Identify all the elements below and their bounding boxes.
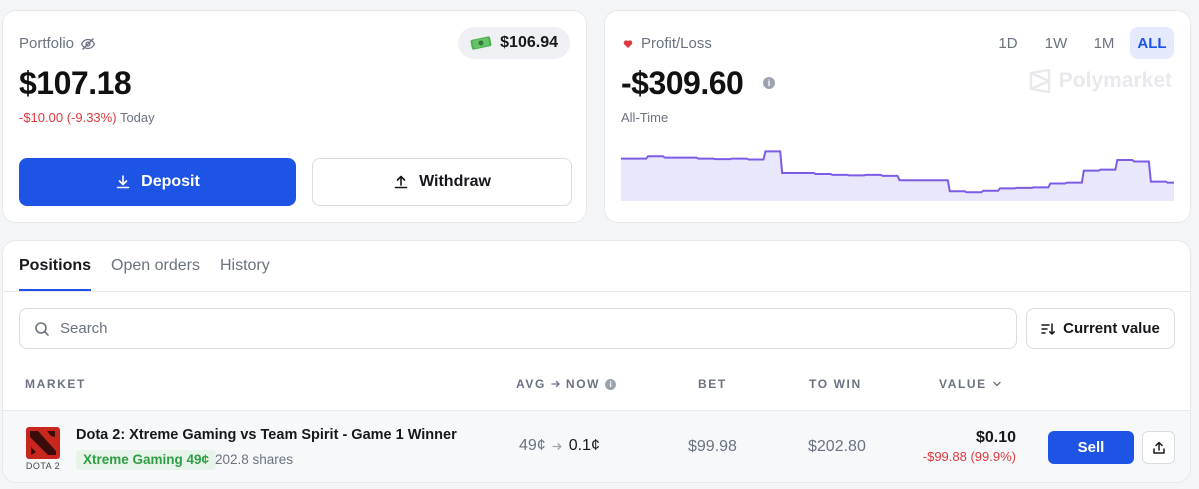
portfolio-label-row: Portfolio	[19, 35, 96, 52]
info-icon[interactable]: i	[763, 77, 775, 89]
share-icon	[1152, 441, 1166, 455]
info-icon[interactable]: i	[605, 378, 617, 390]
avg-now-cell: 49¢ 0.1¢	[519, 437, 600, 455]
column-now-label: NOW	[565, 377, 601, 391]
tab-positions[interactable]: Positions	[19, 241, 92, 291]
download-icon	[115, 174, 131, 190]
now-price: 0.1¢	[568, 437, 600, 454]
bet-cell: $99.98	[688, 438, 737, 455]
arrow-right-icon	[551, 379, 561, 389]
tab-history[interactable]: History	[220, 241, 270, 291]
column-value-label: VALUE	[939, 377, 987, 391]
sort-icon	[1041, 322, 1056, 336]
cash-icon	[470, 35, 492, 51]
value-change: -$99.88 (99.9%)	[922, 449, 1016, 464]
shares-count: 202.8 shares	[215, 452, 294, 467]
pnl-label-row: Profit/Loss	[623, 35, 712, 52]
pnl-value: -$309.60	[621, 65, 744, 101]
cash-balance-pill[interactable]: $106.94	[458, 27, 570, 59]
profit-loss-card: Profit/Loss 1D 1W 1M ALL -$309.60 i Poly…	[604, 10, 1191, 223]
column-market: MARKET	[25, 377, 86, 391]
portfolio-change-row: -$10.00 (-9.33%) Today	[19, 110, 155, 125]
tabs-divider	[3, 291, 1190, 292]
search-input[interactable]	[60, 320, 960, 337]
deposit-label: Deposit	[141, 173, 200, 190]
positions-panel: Positions Open orders History Current va…	[2, 240, 1191, 483]
tab-open-orders[interactable]: Open orders	[111, 241, 200, 291]
dota2-logo-text: DOTA 2	[25, 461, 61, 471]
table-row[interactable]: DOTA 2 Dota 2: Xtreme Gaming vs Team Spi…	[3, 410, 1190, 482]
column-bet[interactable]: BET	[698, 377, 727, 391]
sell-button[interactable]: Sell	[1048, 431, 1134, 464]
search-box[interactable]	[19, 308, 1017, 349]
range-tab-1d[interactable]: 1D	[986, 27, 1030, 59]
withdraw-button[interactable]: Withdraw	[312, 158, 572, 206]
outcome-badge: Xtreme Gaming 49¢	[76, 450, 217, 470]
upload-icon	[393, 174, 409, 190]
portfolio-change: -$10.00 (-9.33%)	[19, 110, 117, 125]
cash-balance: $106.94	[500, 34, 558, 51]
time-range-tabs: 1D 1W 1M ALL	[986, 27, 1174, 59]
portfolio-value: $107.18	[19, 65, 132, 101]
positions-tabs: Positions Open orders History	[19, 241, 270, 291]
market-icon: DOTA 2	[21, 425, 65, 473]
polymarket-watermark: Polymarket	[1029, 69, 1172, 93]
portfolio-change-period: Today	[119, 110, 155, 125]
chevron-down-icon	[992, 379, 1002, 389]
watermark-text: Polymarket	[1058, 69, 1172, 92]
sort-label: Current value	[1063, 320, 1160, 337]
pnl-chart	[621, 150, 1174, 201]
market-title[interactable]: Dota 2: Xtreme Gaming vs Team Spirit - G…	[76, 427, 457, 443]
column-avg-now[interactable]: AVG NOW i	[516, 377, 617, 391]
portfolio-card: Portfolio $106.94 $107.18 -$10.00 (-9.33…	[2, 10, 587, 223]
range-tab-1m[interactable]: 1M	[1082, 27, 1126, 59]
to-win-cell: $202.80	[808, 438, 866, 455]
deposit-button[interactable]: Deposit	[19, 158, 296, 206]
search-icon	[34, 321, 50, 337]
avg-price: 49¢	[519, 437, 546, 454]
share-button[interactable]	[1142, 431, 1175, 464]
polymarket-logo-icon	[1029, 69, 1051, 93]
value-cell: $0.10 -$99.88 (99.9%)	[923, 429, 1016, 464]
current-value: $0.10	[975, 429, 1016, 446]
column-value[interactable]: VALUE	[939, 377, 1002, 391]
column-to-win[interactable]: TO WIN	[809, 377, 862, 391]
withdraw-label: Withdraw	[419, 173, 491, 190]
portfolio-label: Portfolio	[19, 35, 75, 52]
sort-button[interactable]: Current value	[1026, 308, 1175, 349]
pnl-label: Profit/Loss	[641, 35, 712, 52]
range-tab-1w[interactable]: 1W	[1034, 27, 1078, 59]
heart-icon	[623, 39, 633, 49]
pnl-period: All-Time	[621, 110, 669, 125]
range-tab-all[interactable]: ALL	[1130, 27, 1174, 59]
column-avg-label: AVG	[516, 377, 546, 391]
eye-off-icon[interactable]	[80, 36, 96, 52]
arrow-right-icon	[552, 441, 563, 452]
